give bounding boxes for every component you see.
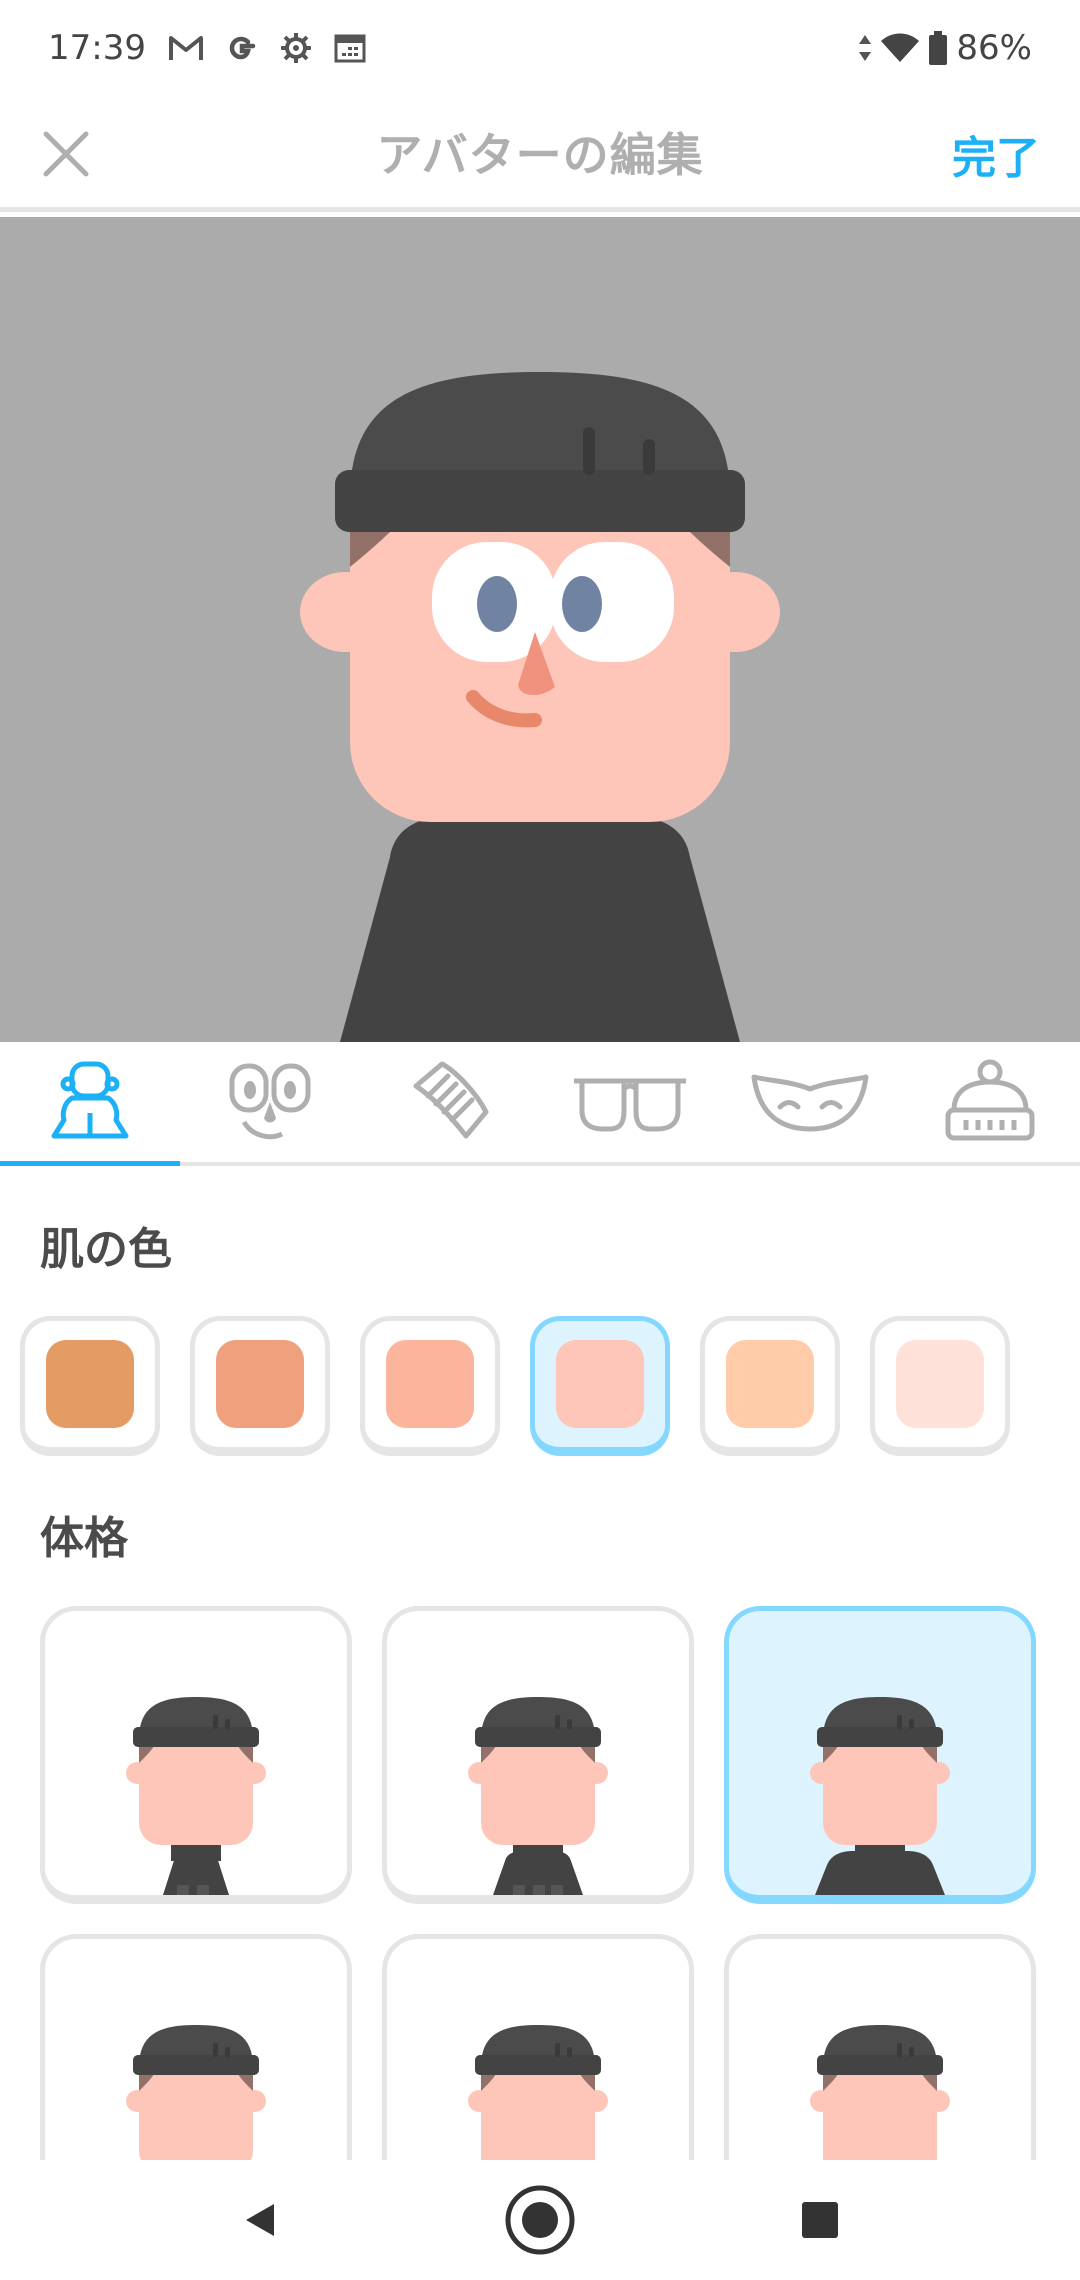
battery-level: 86%	[956, 28, 1032, 68]
skin-color-title: 肌の色	[40, 1224, 172, 1275]
skin-color-chip	[216, 1340, 304, 1428]
avatar-preview	[0, 217, 1080, 1042]
status-time: 17:39	[48, 28, 146, 68]
skin-color-chip	[386, 1340, 474, 1428]
back-icon	[246, 2204, 274, 2236]
avatar-preview-image	[300, 372, 780, 1042]
navigation-bar	[0, 2160, 1080, 2280]
google-icon	[226, 32, 258, 64]
skin-swatch-selected[interactable]	[530, 1316, 670, 1456]
skin-swatch[interactable]	[360, 1316, 500, 1456]
body-option-image	[126, 1697, 266, 1895]
body-option-image	[810, 1697, 950, 1895]
body-option[interactable]	[382, 1606, 694, 1904]
skin-color-swatches	[20, 1316, 1010, 1456]
body-type-title: 体格	[40, 1513, 128, 1564]
body-type-grid	[40, 1606, 1040, 2232]
skin-swatch[interactable]	[700, 1316, 840, 1456]
header: アバターの編集 完了	[0, 96, 1080, 212]
skin-color-chip	[46, 1340, 134, 1428]
body-option[interactable]	[40, 1606, 352, 1904]
close-button[interactable]	[30, 118, 102, 190]
done-button[interactable]: 完了	[952, 122, 1040, 186]
battery-icon	[928, 31, 948, 65]
hat-tab[interactable]	[900, 1042, 1080, 1162]
back-button[interactable]	[205, 2165, 315, 2275]
wifi-icon	[880, 32, 920, 64]
face-icon	[229, 1063, 311, 1140]
hair-tab[interactable]	[360, 1042, 540, 1162]
body-option-image	[468, 1697, 608, 1895]
skin-color-chip	[896, 1340, 984, 1428]
category-tabs	[0, 1042, 1080, 1166]
recents-button[interactable]	[765, 2165, 875, 2275]
close-icon	[43, 131, 89, 177]
body-tab[interactable]	[0, 1042, 180, 1166]
skin-swatch[interactable]	[20, 1316, 160, 1456]
calendar-icon	[334, 33, 366, 63]
body-icon	[51, 1061, 129, 1139]
page-title: アバターの編集	[376, 127, 704, 182]
status-left: 17:39	[48, 28, 366, 68]
glasses-icon	[574, 1078, 686, 1132]
body-option-selected[interactable]	[724, 1606, 1036, 1904]
skin-color-chip	[726, 1340, 814, 1428]
skin-color-chip	[556, 1340, 644, 1428]
recents-icon	[802, 2202, 838, 2238]
face-tab[interactable]	[180, 1042, 360, 1162]
settings-icon	[280, 32, 312, 64]
status-right: 86%	[858, 28, 1032, 68]
home-icon	[505, 2185, 575, 2255]
skin-swatch[interactable]	[190, 1316, 330, 1456]
facial-hair-tab[interactable]	[720, 1042, 900, 1162]
status-bar: 17:39 86%	[0, 0, 1080, 96]
beanie-icon	[945, 1059, 1035, 1141]
gmail-icon	[168, 34, 204, 62]
skin-swatch[interactable]	[870, 1316, 1010, 1456]
data-arrows-icon	[858, 33, 872, 63]
glasses-tab[interactable]	[540, 1042, 720, 1162]
home-button[interactable]	[485, 2165, 595, 2275]
mustache-icon	[751, 1074, 869, 1132]
comb-icon	[413, 1061, 489, 1139]
